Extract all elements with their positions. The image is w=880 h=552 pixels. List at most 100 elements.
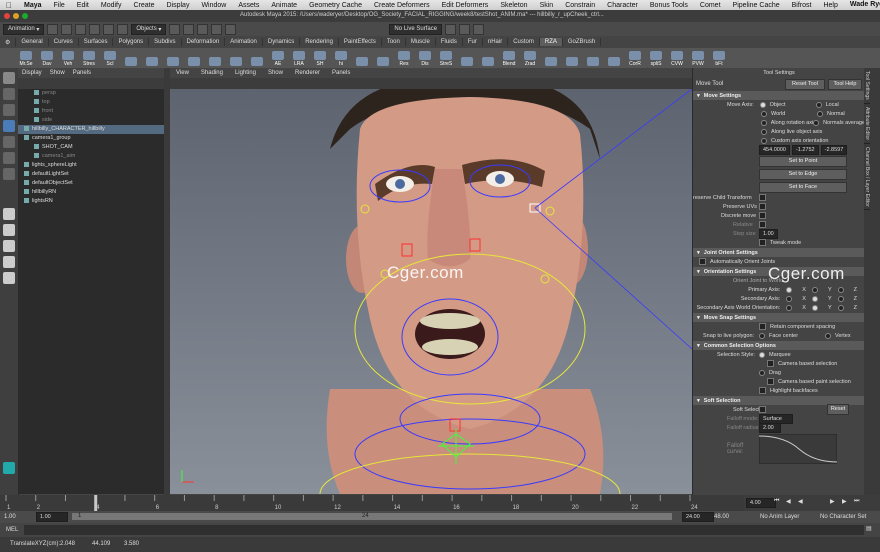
outliner-item[interactable]: hillbillyRN [18, 188, 164, 197]
render-frame-icon[interactable] [445, 23, 457, 35]
world-y-radio[interactable] [811, 304, 818, 311]
shelf-button-31[interactable]: CVW [667, 49, 687, 67]
menu-skeleton[interactable]: Skeleton [494, 2, 533, 9]
highlight-backfaces-checkbox[interactable] [759, 387, 766, 394]
menu-character[interactable]: Character [601, 2, 644, 9]
shelf-button-19[interactable]: Dis [415, 49, 435, 67]
outliner-item[interactable]: SHOT_CAM [18, 143, 164, 152]
secondary-z-radio[interactable] [837, 295, 844, 302]
layout-side-icon[interactable] [3, 240, 15, 252]
tool-help-button[interactable]: Tool Help [828, 78, 862, 90]
menu-window[interactable]: Window [195, 2, 232, 9]
primary-x-radio[interactable] [786, 286, 793, 293]
shelf-button-10[interactable] [226, 49, 246, 67]
minimize-window-icon[interactable] [13, 13, 19, 19]
paint-select-tool-icon[interactable] [3, 104, 15, 116]
shelf-button-8[interactable] [184, 49, 204, 67]
set-to-face-button[interactable]: Set to Face [759, 182, 847, 193]
menu-bifrost[interactable]: Bifrost [786, 2, 818, 9]
auto-orient-checkbox[interactable] [699, 258, 706, 265]
radio-live-object-axis[interactable] [761, 128, 767, 135]
last-tool-icon[interactable] [3, 168, 15, 180]
user-name[interactable]: Wade Ryer [844, 1, 880, 9]
menu-pipeline-cache[interactable]: Pipeline Cache [727, 2, 786, 9]
secondary-y-radio[interactable] [811, 295, 818, 302]
marquee-radio[interactable] [759, 351, 765, 358]
tab-rendering[interactable]: Rendering [300, 38, 339, 46]
preserve-child-checkbox[interactable] [759, 194, 766, 201]
tab-muscle[interactable]: Muscle [406, 38, 436, 46]
radio-normals-average[interactable] [813, 119, 820, 126]
select-component-icon[interactable] [117, 23, 129, 35]
radio-world[interactable] [761, 110, 767, 117]
step-size-field[interactable]: 1.00 [759, 228, 778, 239]
section-move-snap[interactable]: Move Snap Settings [693, 313, 865, 322]
shelf-button-33[interactable]: bFt [709, 49, 729, 67]
tab-custom[interactable]: Custom [508, 38, 540, 46]
step-back-icon[interactable]: ◀ [786, 498, 791, 505]
outliner-item[interactable]: camera1_aim [18, 152, 164, 161]
outliner-item[interactable]: lights_sphereLight [18, 161, 164, 170]
select-tool-icon[interactable] [3, 72, 15, 84]
shelf-button-3[interactable]: Stres [79, 49, 99, 67]
script-editor-icon[interactable]: ▤ [866, 525, 872, 532]
tab-dynamics[interactable]: Dynamics [263, 38, 301, 46]
falloff-radius-field[interactable]: 2.00 [759, 422, 781, 433]
tab-curves[interactable]: Curves [49, 38, 79, 46]
snap-view-icon[interactable] [211, 23, 223, 35]
go-start-icon[interactable]: ⏮ [774, 498, 779, 505]
menu-file[interactable]: File [48, 2, 71, 9]
shelf-button-5[interactable] [121, 49, 141, 67]
go-end-icon[interactable]: ⏭ [854, 498, 859, 505]
menu-constrain[interactable]: Constrain [559, 2, 601, 9]
apple-icon[interactable]:  [0, 1, 18, 10]
reset-tool-button[interactable]: Reset Tool [785, 78, 825, 90]
shelf-button-25[interactable] [541, 49, 561, 67]
open-scene-icon[interactable] [61, 23, 73, 35]
tab-surfaces[interactable]: Surfaces [79, 38, 114, 46]
menu-modify[interactable]: Modify [95, 2, 128, 9]
mel-label[interactable]: MEL [6, 527, 18, 533]
shelf-button-14[interactable]: SH [310, 49, 330, 67]
viewport-menu-shading[interactable]: Shading [195, 70, 229, 76]
shelf-button-12[interactable]: AE [268, 49, 288, 67]
tab-fluids[interactable]: Fluids [436, 38, 463, 46]
start-time-field[interactable]: 1.00 [4, 514, 16, 520]
outliner-item[interactable]: defaultObjectSet [18, 179, 164, 188]
menu-create-deformers[interactable]: Create Deformers [368, 2, 436, 9]
tab-nhair[interactable]: nHair [483, 38, 509, 46]
new-scene-icon[interactable] [47, 23, 59, 35]
vertex-radio[interactable] [825, 332, 831, 339]
viewport-menu-renderer[interactable]: Renderer [289, 70, 326, 76]
radio-custom-axis[interactable] [761, 137, 767, 144]
viewport-menu-view[interactable]: View [170, 70, 195, 76]
menu-edit[interactable]: Edit [71, 2, 95, 9]
anim-layer-dropdown[interactable]: No Anim Layer [760, 514, 799, 520]
layout-four-icon[interactable] [3, 224, 15, 236]
playback-end-field[interactable]: 24.00 [682, 512, 714, 522]
tab-gozbrush[interactable]: GoZBrush [563, 38, 602, 46]
character-set-dropdown[interactable]: No Character Set [820, 514, 866, 520]
range-slider[interactable]: 1 24 [72, 513, 672, 520]
side-tab-channel-box[interactable]: Channel Box / Layer Editor [864, 144, 870, 211]
outliner-menu-display[interactable]: Display [18, 70, 46, 76]
shelf-button-18[interactable]: Res [394, 49, 414, 67]
menu-animate[interactable]: Animate [265, 2, 303, 9]
tab-subdivs[interactable]: Subdivs [149, 38, 182, 46]
menu-create[interactable]: Create [127, 2, 160, 9]
camera-selection-checkbox[interactable] [767, 360, 774, 367]
soft-reset-button[interactable]: Reset [827, 404, 849, 415]
snap-curve-icon[interactable] [183, 23, 195, 35]
tab-toon[interactable]: Toon [382, 38, 406, 46]
relative-checkbox[interactable] [759, 221, 766, 228]
falloff-curve-graph[interactable] [759, 434, 837, 464]
close-window-icon[interactable] [4, 13, 10, 19]
radio-normal[interactable] [817, 110, 823, 117]
shelf-button-29[interactable]: CorR [625, 49, 645, 67]
radio-object[interactable] [759, 101, 766, 108]
shelf-button-13[interactable]: LRA [289, 49, 309, 67]
shelf-button-21[interactable] [457, 49, 477, 67]
set-to-point-button[interactable]: Set to Point [759, 156, 847, 167]
snap-point-icon[interactable] [197, 23, 209, 35]
outliner-item[interactable]: lightsRN [18, 197, 164, 206]
